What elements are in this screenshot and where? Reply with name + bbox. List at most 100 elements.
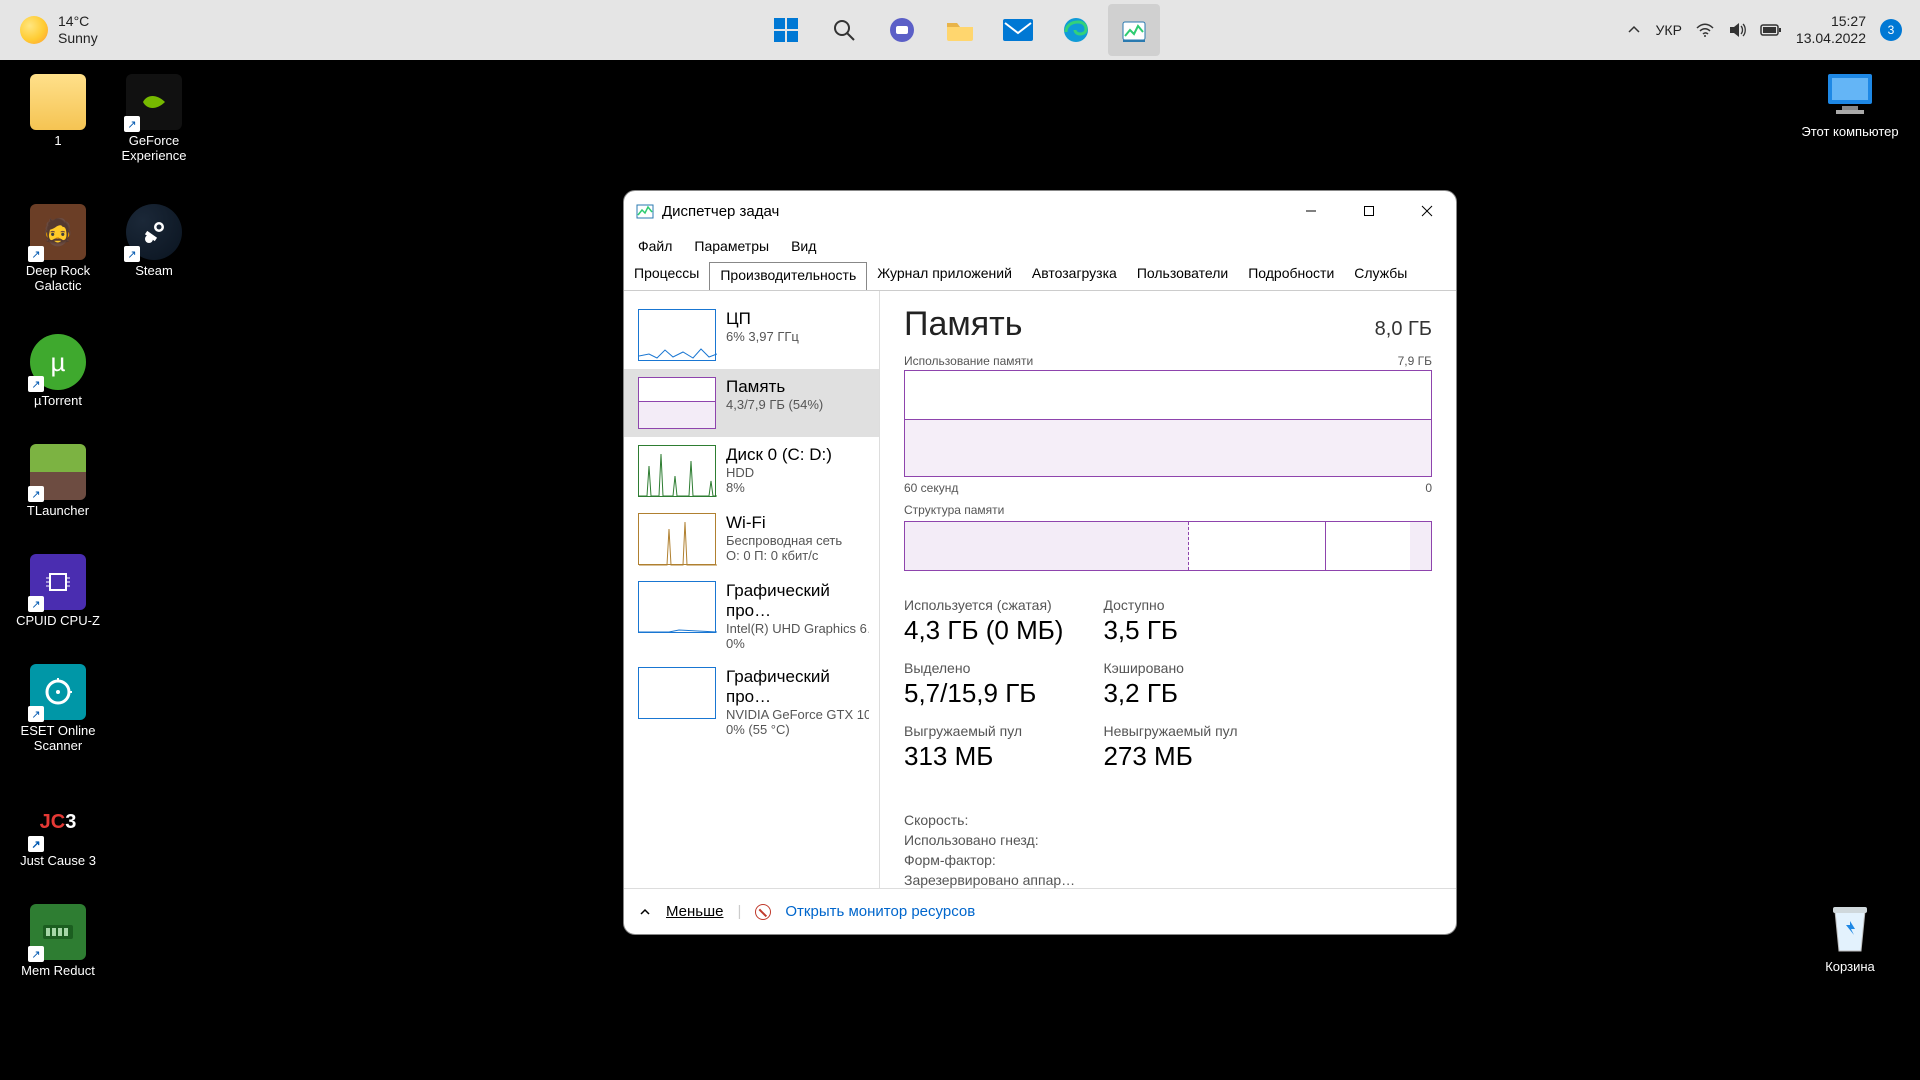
search-icon [831,17,857,43]
task-manager-footer: Меньше | Открыть монитор ресурсов [624,888,1456,934]
shortcut-arrow-icon: ↗ [28,836,44,852]
shortcut-arrow-icon: ↗ [28,596,44,612]
taskbar-systray: УКР 15:27 13.04.2022 3 [1626,13,1920,47]
cpu-thumbnail [638,309,716,361]
sidebar-item-gpu1[interactable]: Графический про…NVIDIA GeForce GTX 10…0%… [624,659,879,745]
sidebar-item-memory[interactable]: Память4,3/7,9 ГБ (54%) [624,369,879,437]
performance-main: Память 8,0 ГБ Использование памяти 7,9 Г… [879,291,1456,888]
taskbar-teams[interactable] [876,4,928,56]
close-button[interactable] [1398,191,1456,231]
taskbar-mail[interactable] [992,4,1044,56]
composition-label: Структура памяти [904,503,1004,517]
notifications-badge[interactable]: 3 [1880,19,1902,41]
shortcut-arrow-icon: ↗ [28,946,44,962]
windows-logo-icon [772,16,800,44]
desktop-icon-tlauncher[interactable]: ↗ TLauncher [10,440,106,550]
main-heading: Память [904,305,1022,344]
clock-time: 15:27 [1796,13,1866,30]
memreduct-icon: ↗ [30,904,86,960]
tab-apphistory[interactable]: Журнал приложений [867,261,1022,290]
tab-processes[interactable]: Процессы [624,261,709,290]
desktop-icon-utorrent[interactable]: µ↗ µTorrent [10,330,106,440]
this-pc-icon [1822,70,1878,120]
desktop-icon-justcause3[interactable]: JC3↗ Just Cause 3 [10,790,106,900]
stat-committed-value: 5,7/15,9 ГБ [904,678,1063,709]
menubar: Файл Параметры Вид [624,231,1456,261]
search-button[interactable] [818,4,870,56]
memory-thumbnail [638,377,716,429]
chat-icon [888,16,916,44]
memory-total: 8,0 ГБ [1375,318,1432,341]
taskbar-edge[interactable] [1050,4,1102,56]
desktop-icon-steam[interactable]: ↗ Steam [106,200,202,310]
stat-avail-label: Доступно [1103,597,1237,613]
taskmanager-icon [636,202,654,220]
menu-options[interactable]: Параметры [694,238,769,254]
meta-speed: Скорость: [904,812,1075,828]
desktop-icon-recycle-bin[interactable]: Корзина [1800,899,1900,974]
input-lang[interactable]: УКР [1656,22,1682,38]
mail-icon [1003,19,1033,41]
shortcut-arrow-icon: ↗ [28,486,44,502]
weather-sunny-icon [20,16,48,44]
clock-date: 13.04.2022 [1796,30,1866,47]
disk-thumbnail [638,445,716,497]
wifi-icon[interactable] [1696,23,1714,37]
sidebar-item-gpu0[interactable]: Графический про…Intel(R) UHD Graphics 6…… [624,573,879,659]
close-icon [1421,205,1433,217]
menu-view[interactable]: Вид [791,238,816,254]
maximize-button[interactable] [1340,191,1398,231]
start-button[interactable] [760,4,812,56]
desktop-icon-geforce[interactable]: ↗ GeForce Experience [106,70,202,200]
sidebar-item-cpu[interactable]: ЦП6% 3,97 ГГц [624,301,879,369]
task-manager-window: Диспетчер задач Файл Параметры Вид Проце… [623,190,1457,935]
fewer-details-link[interactable]: Меньше [666,903,723,920]
desktop-icon-eset[interactable]: ↗ ESET Online Scanner [10,660,106,790]
shortcut-arrow-icon: ↗ [28,246,44,262]
meta-reserved: Зарезервировано аппар… [904,872,1075,888]
stat-paged-label: Выгружаемый пул [904,723,1063,739]
taskbar-explorer[interactable] [934,4,986,56]
stat-inuse-label: Используется (сжатая) [904,597,1063,613]
titlebar[interactable]: Диспетчер задач [624,191,1456,231]
memory-composition-graph[interactable] [904,521,1432,571]
taskbar-center [760,4,1160,56]
shortcut-arrow-icon: ↗ [28,376,44,392]
volume-icon[interactable] [1728,22,1746,38]
folder-icon [30,74,86,130]
stat-nonpaged-value: 273 МБ [1103,741,1237,772]
drg-icon: 🧔↗ [30,204,86,260]
stat-cached-value: 3,2 ГБ [1103,678,1237,709]
stat-committed-label: Выделено [904,660,1063,676]
performance-sidebar: ЦП6% 3,97 ГГц Память4,3/7,9 ГБ (54%) Дис… [624,291,879,888]
chevron-up-icon[interactable] [638,905,652,919]
chevron-up-icon[interactable] [1626,22,1642,38]
nvidia-icon: ↗ [126,74,182,130]
sidebar-item-disk0[interactable]: Диск 0 (C: D:)HDD8% [624,437,879,505]
menu-file[interactable]: Файл [638,238,672,254]
open-resource-monitor-link[interactable]: Открыть монитор ресурсов [785,903,975,920]
utorrent-icon: µ↗ [30,334,86,390]
desktop-icon-cpuz[interactable]: ↗ CPUID CPU-Z [10,550,106,660]
taskbar-clock[interactable]: 15:27 13.04.2022 [1796,13,1866,47]
minimize-button[interactable] [1282,191,1340,231]
tab-details[interactable]: Подробности [1238,261,1344,290]
tab-services[interactable]: Службы [1344,261,1417,290]
shortcut-arrow-icon: ↗ [124,116,140,132]
tab-startup[interactable]: Автозагрузка [1022,261,1127,290]
taskbar-taskmanager[interactable] [1108,4,1160,56]
desktop-icon-memreduct[interactable]: ↗ Mem Reduct [10,900,106,1010]
tab-performance[interactable]: Производительность [709,262,867,291]
weather-cond: Sunny [58,30,98,47]
tab-users[interactable]: Пользователи [1127,261,1238,290]
desktop-icon-deeprock[interactable]: 🧔↗ Deep Rock Galactic [10,200,106,330]
desktop-icons-right: Этот компьютер Корзина [1800,70,1900,974]
memory-usage-graph[interactable] [904,370,1432,477]
battery-icon[interactable] [1760,23,1782,37]
desktop-icon-folder-1[interactable]: 1 [10,70,106,180]
desktop-icon-this-pc[interactable]: Этот компьютер [1800,70,1900,139]
folder-icon [945,17,975,43]
taskbar-weather[interactable]: 14°C Sunny [0,13,98,47]
stat-inuse-value: 4,3 ГБ (0 МБ) [904,615,1063,646]
sidebar-item-wifi[interactable]: Wi-FiБеспроводная сетьО: 0 П: 0 кбит/с [624,505,879,573]
